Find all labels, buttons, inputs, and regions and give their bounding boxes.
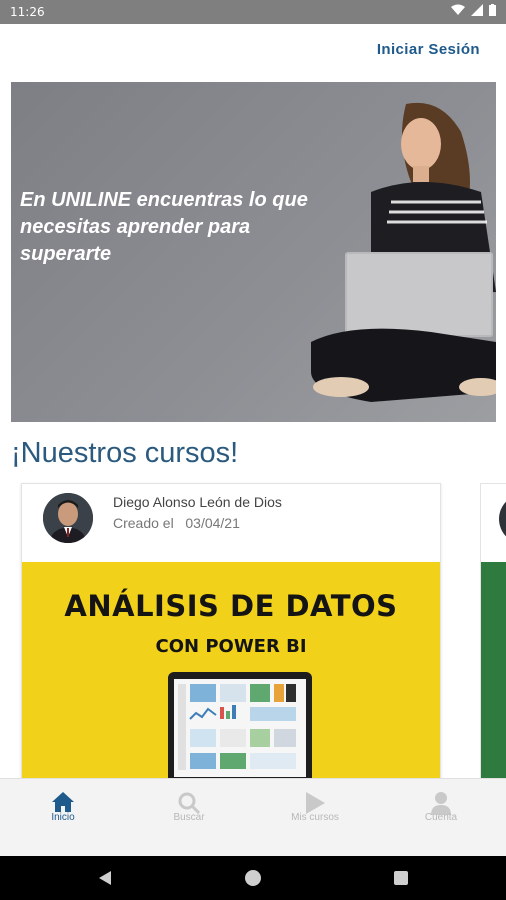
course-card-next[interactable] xyxy=(480,483,506,785)
battery-icon xyxy=(489,4,496,16)
course-card[interactable]: Diego Alonso León de Dios Creado el 03/0… xyxy=(21,483,441,785)
nav-search[interactable]: Buscar xyxy=(126,779,252,857)
system-navigation-bar xyxy=(0,856,506,900)
section-title: ¡Nuestros cursos! xyxy=(11,437,239,469)
hero-text: En UNILINE encuentras lo que necesitas a… xyxy=(20,189,308,265)
laptop-illustration xyxy=(168,672,312,784)
status-time: 11:26 xyxy=(10,5,45,19)
created-label: Creado el xyxy=(113,515,174,531)
course-title: ANÁLISIS DE DATOS xyxy=(64,589,398,623)
course-thumbnail xyxy=(481,562,506,784)
signal-icon xyxy=(471,4,483,16)
avatar xyxy=(43,493,93,543)
course-created: Creado el 03/04/21 xyxy=(113,515,240,531)
nav-my-courses[interactable]: Mis cursos xyxy=(252,779,378,857)
home-icon xyxy=(52,792,74,812)
created-date: 03/04/21 xyxy=(185,515,240,531)
nav-home-label: Inicio xyxy=(51,812,75,823)
nav-account[interactable]: Cuenta xyxy=(378,779,504,857)
top-bar: Iniciar Sesión xyxy=(0,24,506,78)
nav-my-courses-label: Mis cursos xyxy=(291,812,339,823)
nav-account-label: Cuenta xyxy=(424,812,458,823)
avatar xyxy=(499,494,506,544)
wifi-icon xyxy=(451,4,465,15)
bottom-navigation: Inicio Buscar Mis cursos Cuenta xyxy=(0,778,506,857)
back-icon[interactable] xyxy=(98,870,112,886)
course-author: Diego Alonso León de Dios xyxy=(113,494,282,510)
home-circle-icon[interactable] xyxy=(244,869,262,887)
hero-banner: En UNILINE encuentras lo que necesitas a… xyxy=(11,82,496,422)
nav-search-label: Buscar xyxy=(173,812,205,823)
nav-home[interactable]: Inicio xyxy=(0,779,126,857)
course-subtitle: CON POWER BI xyxy=(155,636,307,657)
recents-icon[interactable] xyxy=(394,871,408,885)
course-thumbnail[interactable]: ANÁLISIS DE DATOS CON POWER BI xyxy=(22,562,440,784)
status-bar: 11:26 xyxy=(0,0,506,24)
login-button[interactable]: Iniciar Sesión xyxy=(377,41,480,58)
